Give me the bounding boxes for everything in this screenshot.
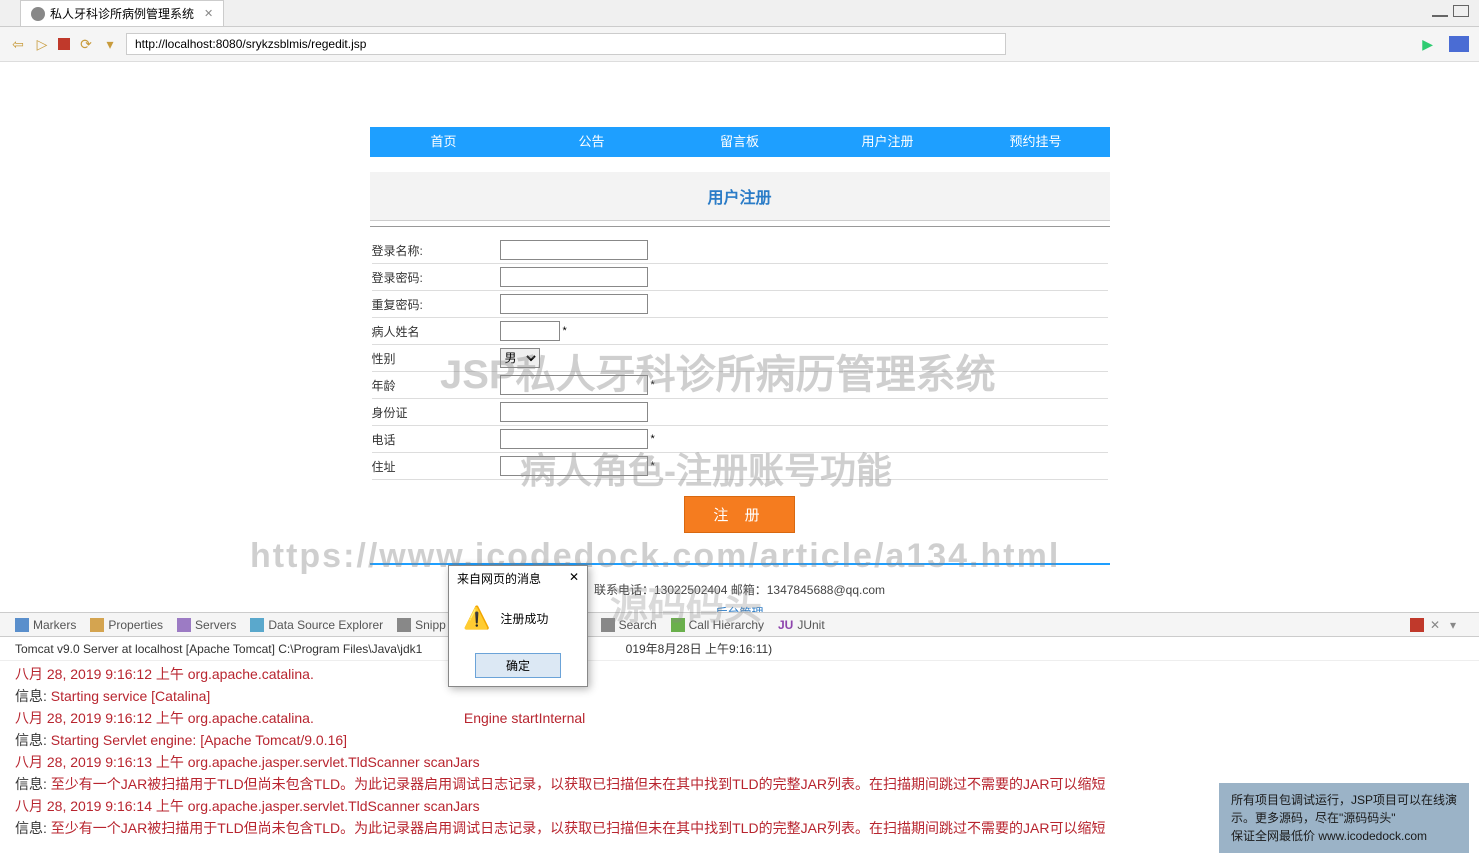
servers-icon xyxy=(177,618,191,632)
tab-title: 私人牙科诊所病例管理系统 xyxy=(50,5,194,22)
corner-tooltip: 所有项目包调试运行，JSP项目可以在线演 示。更多源码，尽在"源码码头" 保证全… xyxy=(1219,783,1469,853)
view-search[interactable]: Search xyxy=(601,618,657,632)
dropdown-icon[interactable]: ▾ xyxy=(102,36,118,52)
section-title: 用户注册 xyxy=(370,172,1110,221)
page-content: 首页 公告 留言板 用户注册 预约挂号 用户注册 登录名称: 登录密码: 重复密… xyxy=(370,127,1110,612)
view-properties[interactable]: Properties xyxy=(90,618,163,632)
label-address: 住址 xyxy=(372,458,500,475)
url-toolbar: ⇦ ▷ ⟳ ▾ ▶ xyxy=(0,27,1479,62)
view-markers[interactable]: Markers xyxy=(15,618,76,632)
stop-icon[interactable] xyxy=(58,38,70,50)
input-age[interactable] xyxy=(500,375,648,395)
input-username[interactable] xyxy=(500,240,648,260)
label-password: 登录密码: xyxy=(372,269,500,286)
markers-icon xyxy=(15,618,29,632)
eclipse-views-bar: Markers Properties Servers Data Source E… xyxy=(0,612,1479,637)
req-mark: * xyxy=(651,379,655,391)
url-input[interactable] xyxy=(126,33,1006,55)
alert-message: 注册成功 xyxy=(500,610,548,627)
tab-close-icon[interactable]: ✕ xyxy=(204,7,213,20)
browser-icon[interactable] xyxy=(1449,36,1469,52)
req-mark: * xyxy=(651,433,655,445)
select-gender[interactable]: 男 xyxy=(500,348,540,368)
label-username: 登录名称: xyxy=(372,242,500,259)
search-icon xyxy=(601,618,615,632)
alert-ok-button[interactable]: 确定 xyxy=(475,653,561,678)
label-phone: 电话 xyxy=(372,431,500,448)
nav-menu: 首页 公告 留言板 用户注册 预约挂号 xyxy=(370,127,1110,157)
favicon xyxy=(31,7,45,21)
maximize-icon[interactable] xyxy=(1453,5,1469,17)
input-address[interactable] xyxy=(500,456,648,476)
browser-tab[interactable]: 私人牙科诊所病例管理系统 ✕ xyxy=(20,0,224,26)
label-gender: 性别 xyxy=(372,350,500,367)
forward-icon[interactable]: ▷ xyxy=(34,36,50,52)
datasource-icon xyxy=(250,618,264,632)
nav-guestbook[interactable]: 留言板 xyxy=(666,127,814,157)
alert-dialog: 来自网页的消息 ✕ ⚠️ 注册成功 确定 xyxy=(448,565,588,687)
properties-icon xyxy=(90,618,104,632)
minimize-icon[interactable] xyxy=(1432,5,1448,17)
warning-icon: ⚠️ xyxy=(463,605,490,631)
tab-bar: 私人牙科诊所病例管理系统 ✕ xyxy=(0,0,1479,27)
input-idcard[interactable] xyxy=(500,402,648,422)
alert-title: 来自网页的消息 xyxy=(457,570,541,587)
browser-viewport: JSP私人牙科诊所病历管理系统 病人角色-注册账号功能 https://www.… xyxy=(0,62,1479,612)
stop-console-icon[interactable] xyxy=(1410,618,1424,632)
junit-icon: JU xyxy=(778,618,793,632)
view-junit[interactable]: JUJUnit xyxy=(778,618,825,632)
label-patient-name: 病人姓名 xyxy=(372,323,500,340)
submit-button[interactable]: 注 册 xyxy=(684,496,794,533)
alert-close-icon[interactable]: ✕ xyxy=(569,570,579,587)
label-idcard: 身份证 xyxy=(372,404,500,421)
refresh-icon[interactable]: ⟳ xyxy=(78,36,94,52)
nav-register[interactable]: 用户注册 xyxy=(814,127,962,157)
req-mark: * xyxy=(651,460,655,472)
tab-controls xyxy=(1432,5,1469,17)
call-icon xyxy=(671,618,685,632)
close-view-icon[interactable]: ✕ xyxy=(1430,618,1444,632)
input-patient-name[interactable] xyxy=(500,321,560,341)
register-form: 登录名称: 登录密码: 重复密码: 病人姓名* 性别男 年龄* 身份证 电话* … xyxy=(370,226,1110,543)
snippets-icon xyxy=(397,618,411,632)
nav-appointment[interactable]: 预约挂号 xyxy=(962,127,1110,157)
nav-announce[interactable]: 公告 xyxy=(518,127,666,157)
input-password[interactable] xyxy=(500,267,648,287)
label-repeat-password: 重复密码: xyxy=(372,296,500,313)
req-mark: * xyxy=(563,325,567,337)
view-snippets[interactable]: Snipp xyxy=(397,618,446,632)
view-datasource[interactable]: Data Source Explorer xyxy=(250,618,383,632)
console-status-bar: Tomcat v9.0 Server at localhost [Apache … xyxy=(0,637,1479,661)
view-callhierarchy[interactable]: Call Hierarchy xyxy=(671,618,764,632)
nav-home[interactable]: 首页 xyxy=(370,127,518,157)
admin-link[interactable]: 后台管理 xyxy=(715,606,763,612)
input-phone[interactable] xyxy=(500,429,648,449)
go-icon[interactable]: ▶ xyxy=(1422,36,1433,53)
menu-view-icon[interactable]: ▾ xyxy=(1450,618,1464,632)
back-icon[interactable]: ⇦ xyxy=(10,36,26,52)
label-age: 年龄 xyxy=(372,377,500,394)
view-servers[interactable]: Servers xyxy=(177,618,236,632)
input-repeat-password[interactable] xyxy=(500,294,648,314)
